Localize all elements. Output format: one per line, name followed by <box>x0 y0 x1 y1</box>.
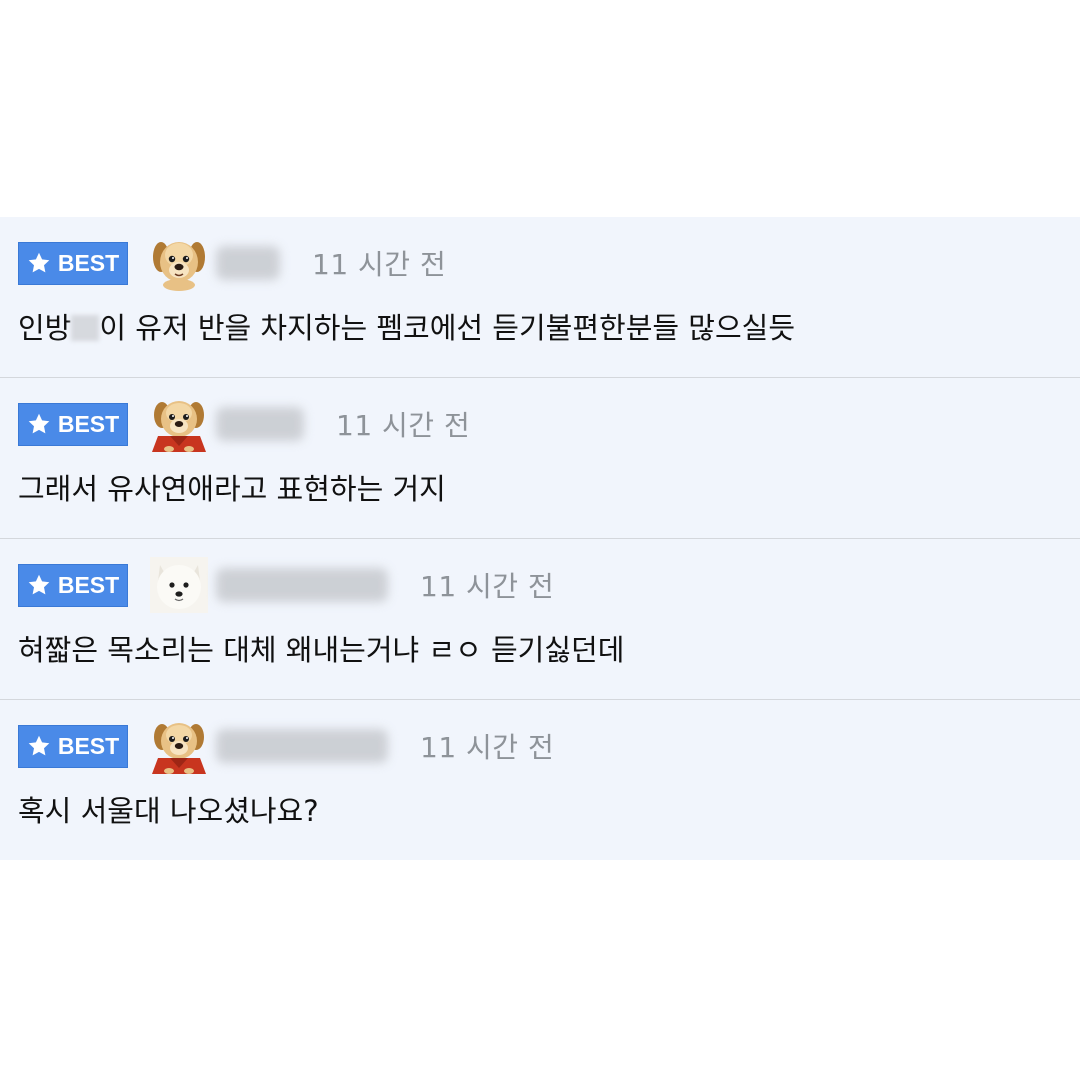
comment-item: BEST 11 시간 전 혀짧은 목소리는 대체 왜내는거냐 ㄹㅇ 듣기싫던데 <box>0 539 1080 700</box>
username-blurred[interactable] <box>216 729 388 763</box>
best-badge-label: BEST <box>57 249 120 276</box>
star-icon <box>27 734 51 758</box>
comment-meta: BEST 11 시간 전 <box>18 398 470 450</box>
star-icon <box>27 251 51 275</box>
golden-puppy-icon[interactable] <box>150 235 208 291</box>
comment-text: 혀짧은 목소리는 대체 왜내는거냐 ㄹㅇ 듣기싫던데 <box>18 633 625 667</box>
comment-text-part: 이 유저 반을 차지하는 펨코에선 듣기불편한분들 많으실듯 <box>99 311 796 345</box>
star-icon <box>27 412 51 436</box>
puppy-red-scarf-icon[interactable] <box>150 718 208 774</box>
star-icon <box>27 573 51 597</box>
comment-list: BEST 11 시간 전 인방 이 유저 반을 차지하는 펨코에선 듣기불편한분들… <box>0 217 1080 860</box>
username-blurred[interactable] <box>216 568 388 602</box>
best-badge: BEST <box>18 402 128 446</box>
comment-time: 11 시간 전 <box>336 409 471 442</box>
comment-item: BEST 11 시간 전 그래서 유사연애라고 표현하는 거지 <box>0 378 1080 539</box>
best-badge: BEST <box>18 724 128 768</box>
comment-text-part: 인방 <box>18 311 72 345</box>
comment-meta: BEST 11 시간 전 <box>18 237 446 289</box>
username-blurred[interactable] <box>216 246 280 280</box>
censored-text <box>71 315 100 341</box>
best-badge-label: BEST <box>57 410 120 437</box>
best-badge: BEST <box>18 241 128 285</box>
comment-time: 11 시간 전 <box>420 731 555 764</box>
comment-text: 그래서 유사연애라고 표현하는 거지 <box>18 472 446 506</box>
username-blurred[interactable] <box>216 407 304 441</box>
comment-meta: BEST 11 시간 전 <box>18 720 554 772</box>
comment-meta: BEST 11 시간 전 <box>18 559 554 611</box>
comment-item: BEST 11 시간 전 인방 이 유저 반을 차지하는 펨코에선 듣기불편한분들… <box>0 217 1080 378</box>
comment-time: 11 시간 전 <box>312 248 447 281</box>
comment-text: 혹시 서울대 나오셨나요? <box>18 794 319 828</box>
white-samoyed-icon[interactable] <box>150 557 208 613</box>
best-badge-label: BEST <box>57 732 120 759</box>
comment-text: 인방 이 유저 반을 차지하는 펨코에선 듣기불편한분들 많으실듯 <box>18 305 795 347</box>
puppy-red-scarf-icon[interactable] <box>150 396 208 452</box>
best-badge: BEST <box>18 563 128 607</box>
best-badge-label: BEST <box>57 571 120 598</box>
comment-item: BEST 11 시간 전 혹시 서울대 나오셨나요? <box>0 700 1080 860</box>
comment-time: 11 시간 전 <box>420 570 555 603</box>
